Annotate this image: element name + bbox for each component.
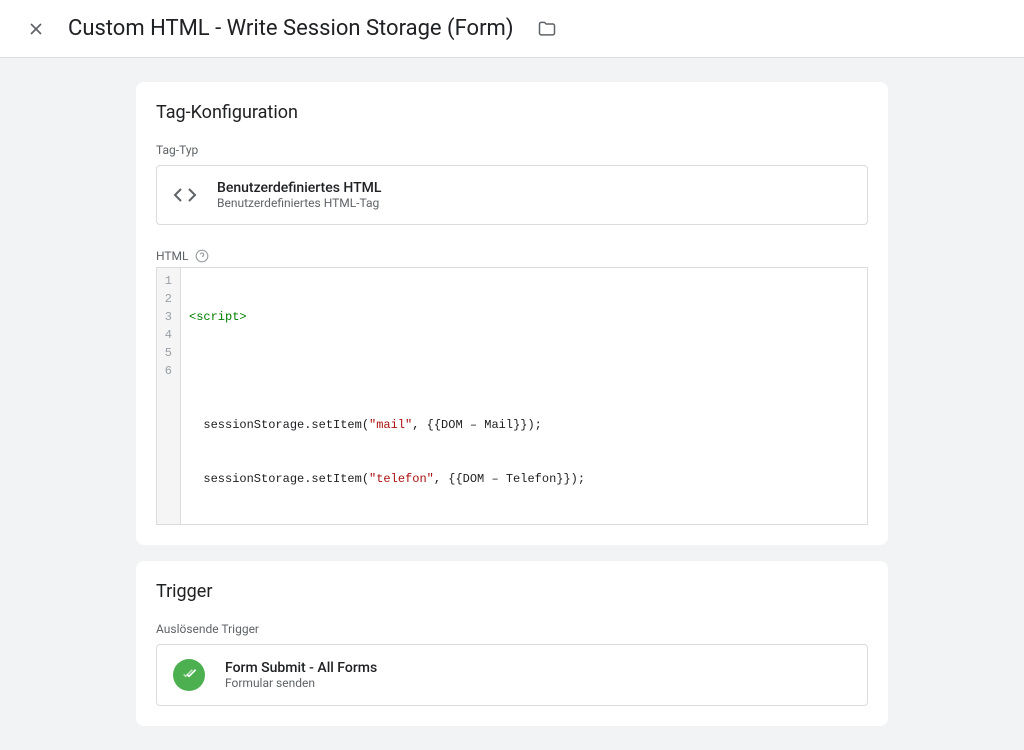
tag-type-label: Tag-Typ	[156, 143, 868, 157]
help-icon[interactable]	[195, 249, 209, 263]
trigger-icon	[173, 659, 205, 691]
tag-type-desc: Benutzerdefiniertes HTML-Tag	[217, 196, 381, 210]
code-content[interactable]: <script> sessionStorage.setItem("mail", …	[181, 268, 867, 524]
trigger-selector[interactable]: Form Submit - All Forms Formular senden	[156, 644, 868, 706]
tag-type-name: Benutzerdefiniertes HTML	[217, 180, 381, 196]
line-numbers-gutter: 1 2 3 4 5 6	[157, 268, 181, 524]
tag-type-info: Benutzerdefiniertes HTML Benutzerdefinie…	[217, 180, 381, 210]
trigger-card-title: Trigger	[156, 581, 868, 602]
close-button[interactable]	[24, 17, 48, 41]
page-title: Custom HTML - Write Session Storage (For…	[68, 16, 513, 41]
trigger-desc: Formular senden	[225, 676, 377, 690]
tag-type-selector[interactable]: Benutzerdefiniertes HTML Benutzerdefinie…	[156, 165, 868, 225]
main-content: Tag-Konfiguration Tag-Typ Benutzerdefini…	[120, 82, 904, 726]
html-label-row: HTML	[156, 249, 868, 263]
html-section-label: HTML	[156, 249, 189, 263]
trigger-card: Trigger Auslösende Trigger Form Submit -…	[136, 561, 888, 726]
tag-config-card: Tag-Konfiguration Tag-Typ Benutzerdefini…	[136, 82, 888, 545]
tag-config-title: Tag-Konfiguration	[156, 102, 868, 123]
page-header: Custom HTML - Write Session Storage (For…	[0, 0, 1024, 58]
form-submit-icon	[181, 667, 197, 683]
folder-icon[interactable]	[537, 19, 557, 39]
close-icon	[26, 19, 46, 39]
trigger-info: Form Submit - All Forms Formular senden	[225, 660, 377, 690]
code-brackets-icon	[173, 183, 197, 207]
html-code-editor[interactable]: 1 2 3 4 5 6 <script> sessionStorage.setI…	[156, 267, 868, 525]
trigger-section-label: Auslösende Trigger	[156, 622, 868, 636]
